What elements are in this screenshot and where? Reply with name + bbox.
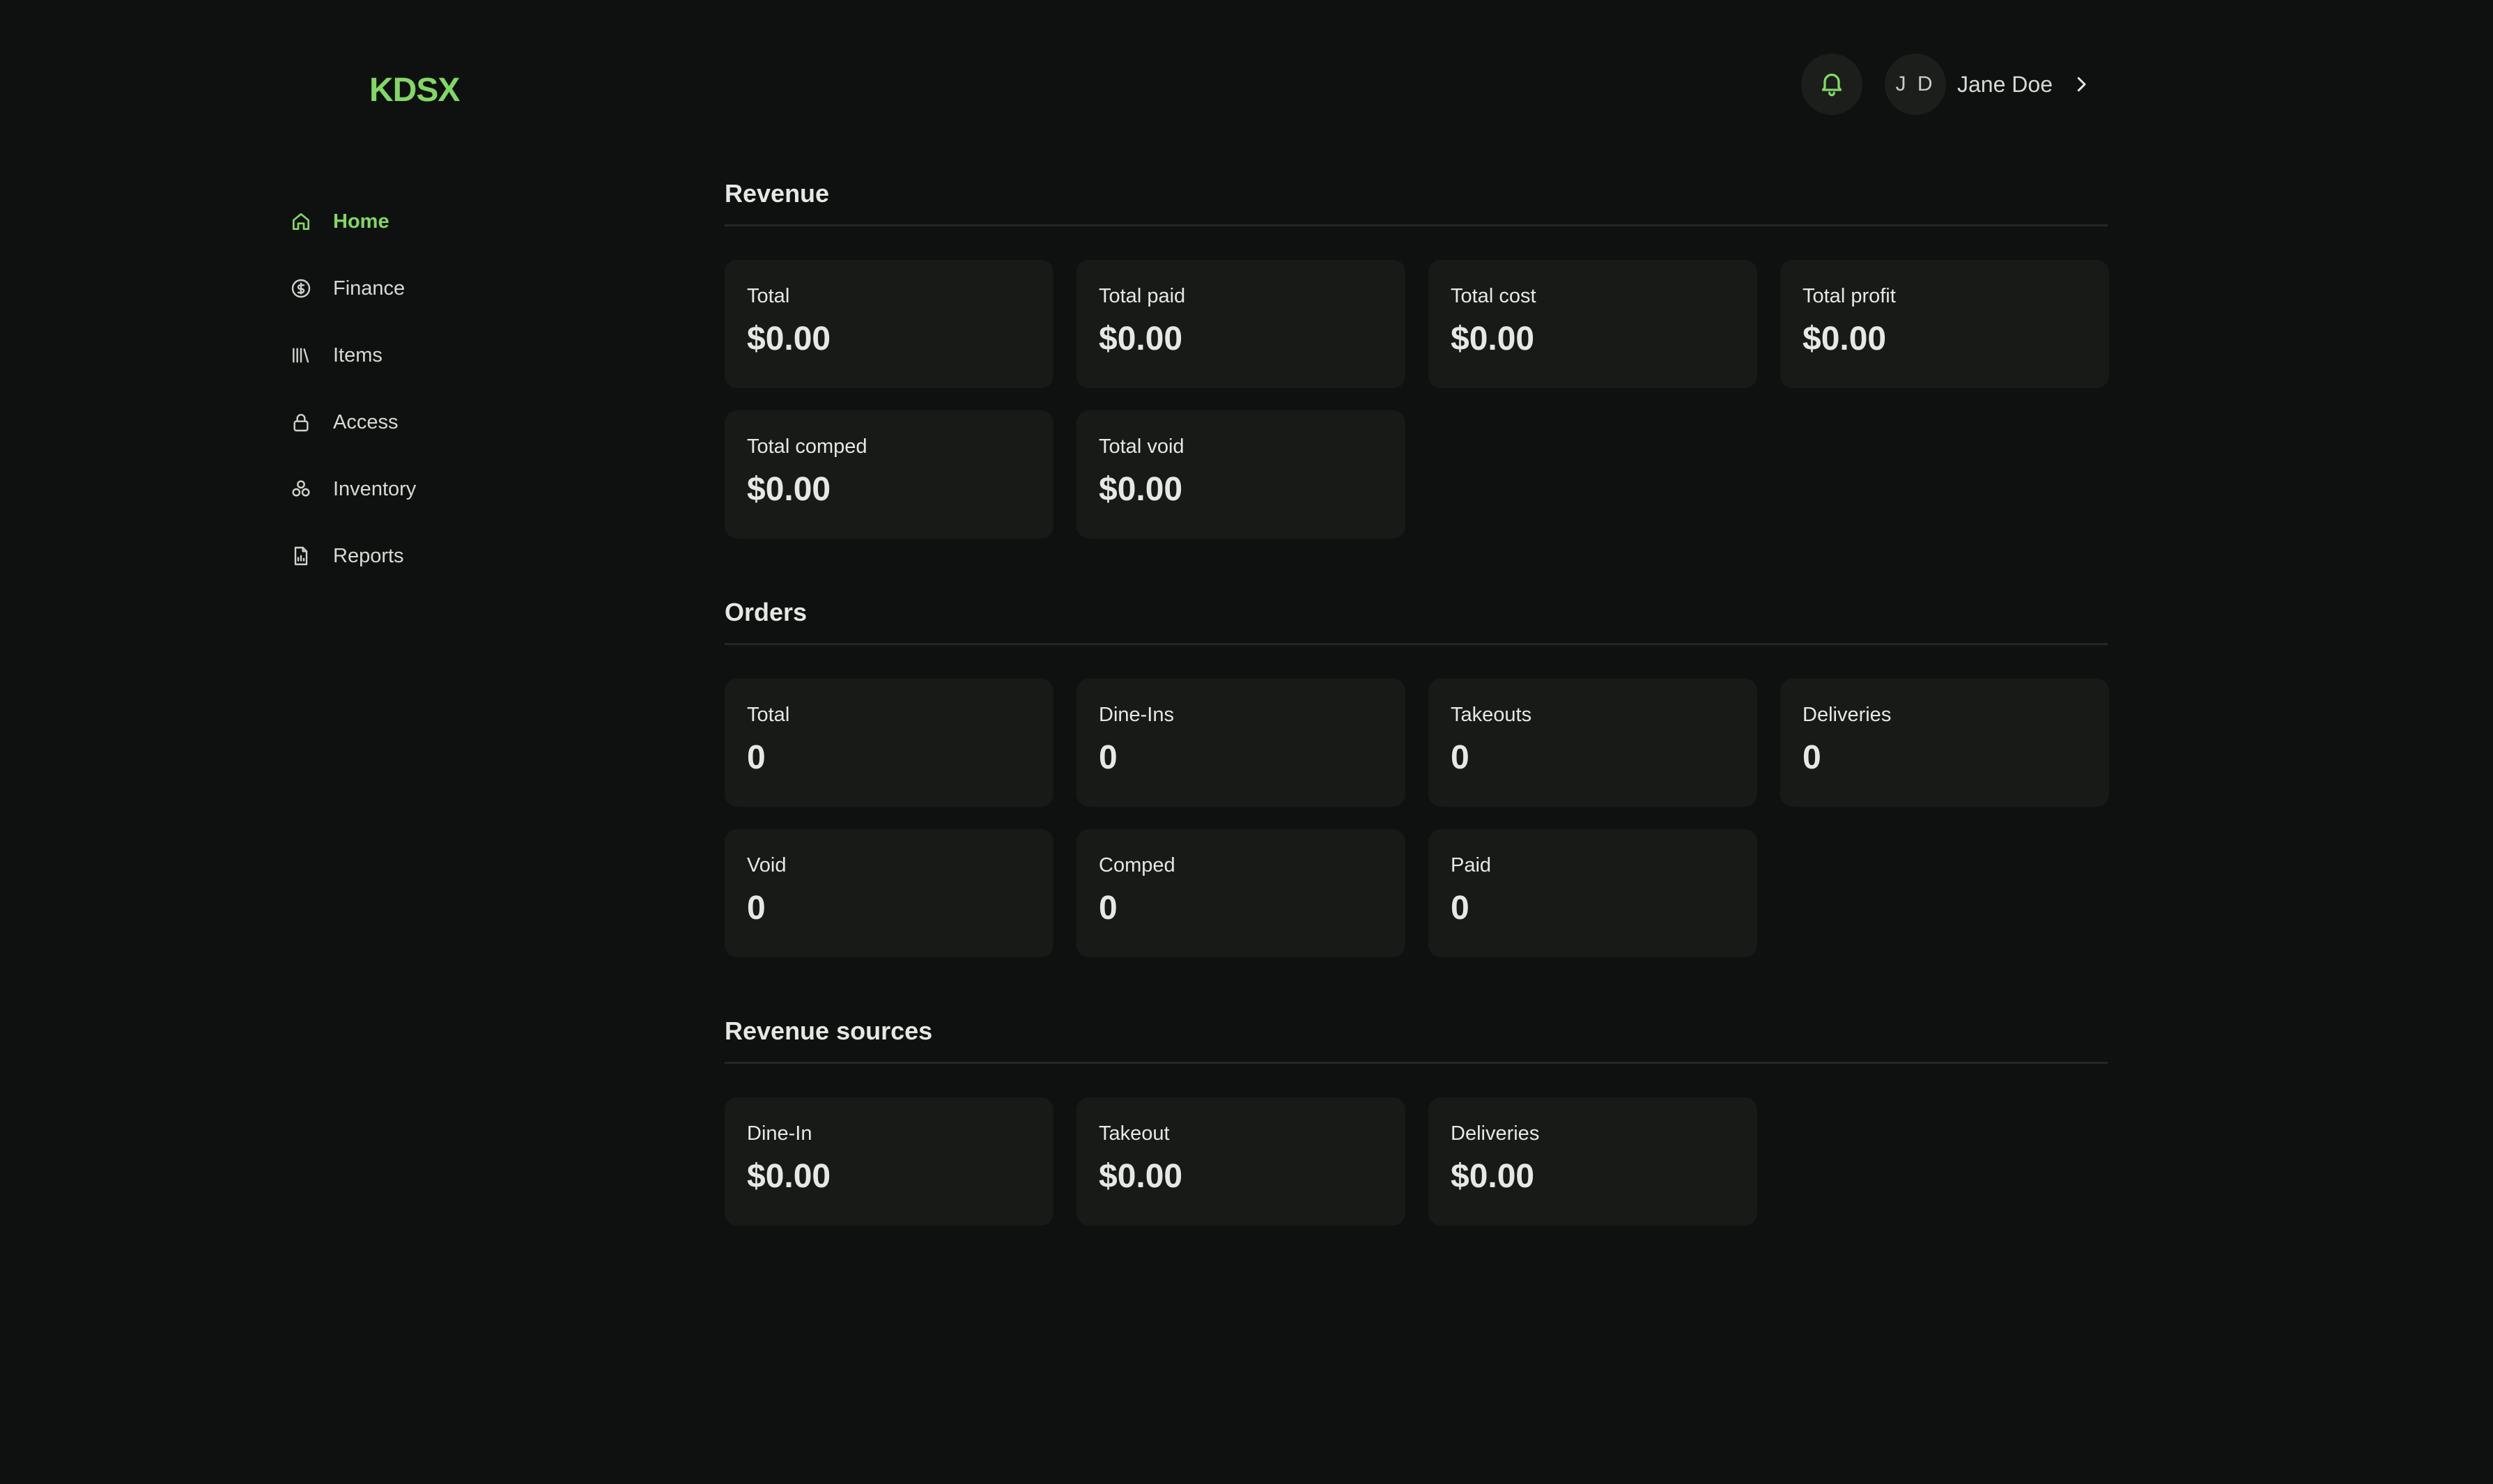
app-logo[interactable]: KDSX bbox=[369, 71, 460, 109]
stat-card: Comped 0 bbox=[1076, 829, 1405, 957]
stat-label: Total bbox=[747, 285, 790, 307]
stat-value: 0 bbox=[1099, 739, 1118, 776]
sidebar-item-label: Access bbox=[333, 410, 399, 433]
stat-value: $0.00 bbox=[747, 1158, 831, 1195]
sidebar-item-home[interactable]: Home bbox=[287, 188, 580, 255]
library-icon bbox=[287, 341, 315, 369]
stat-label: Void bbox=[747, 854, 787, 876]
stat-card: Total $0.00 bbox=[725, 260, 1053, 388]
stat-card: Dine-In $0.00 bbox=[725, 1097, 1053, 1226]
stat-card: Paid 0 bbox=[1428, 829, 1757, 957]
stat-card: Dine-Ins 0 bbox=[1076, 679, 1405, 807]
home-icon bbox=[287, 208, 315, 235]
sidebar-item-reports[interactable]: Reports bbox=[287, 523, 580, 589]
report-file-icon bbox=[287, 542, 315, 570]
sidebar-item-inventory[interactable]: Inventory bbox=[287, 456, 580, 523]
stat-label: Dine-Ins bbox=[1099, 704, 1174, 726]
stat-label: Paid bbox=[1451, 854, 1492, 876]
stat-value: $0.00 bbox=[747, 471, 831, 508]
boxes-icon bbox=[287, 475, 315, 503]
stat-value: 0 bbox=[1451, 890, 1469, 927]
stat-card: Void 0 bbox=[725, 829, 1053, 957]
stat-card: Total cost $0.00 bbox=[1428, 260, 1757, 388]
stat-value: 0 bbox=[1099, 890, 1118, 927]
stat-card: Total profit $0.00 bbox=[1780, 260, 2109, 388]
bell-icon bbox=[1818, 69, 1846, 100]
stat-label: Comped bbox=[1099, 854, 1175, 876]
sidebar-item-label: Home bbox=[333, 210, 389, 233]
section-title-revenue: Revenue bbox=[725, 173, 2108, 226]
stat-card: Takeouts 0 bbox=[1428, 679, 1757, 807]
sidebar-item-label: Inventory bbox=[333, 477, 417, 500]
stat-label: Dine-In bbox=[747, 1122, 812, 1145]
stat-value: 0 bbox=[747, 890, 766, 927]
chevron-right-icon bbox=[2071, 74, 2092, 95]
stat-label: Total profit bbox=[1803, 285, 1896, 307]
notifications-button[interactable] bbox=[1801, 54, 1862, 115]
sidebar-item-access[interactable]: Access bbox=[287, 389, 580, 456]
sidebar-item-label: Finance bbox=[333, 277, 406, 300]
stat-value: 0 bbox=[1451, 739, 1469, 776]
stat-value: $0.00 bbox=[1099, 1158, 1183, 1195]
stat-label: Total comped bbox=[747, 435, 867, 458]
stat-label: Takeouts bbox=[1451, 704, 1532, 726]
stat-label: Deliveries bbox=[1451, 1122, 1540, 1145]
section-title-revenue-sources: Revenue sources bbox=[725, 1010, 2108, 1064]
stat-label: Total paid bbox=[1099, 285, 1186, 307]
stat-value: $0.00 bbox=[1099, 320, 1183, 357]
lock-icon bbox=[287, 408, 315, 436]
stat-card: Deliveries 0 bbox=[1780, 679, 2109, 807]
stat-label: Takeout bbox=[1099, 1122, 1170, 1145]
stat-value: $0.00 bbox=[1803, 320, 1887, 357]
revenue-sources-cards: Dine-In $0.00 Takeout $0.00 Deliveries $… bbox=[725, 1097, 2108, 1226]
sidebar-item-label: Reports bbox=[333, 544, 404, 567]
stat-label: Total void bbox=[1099, 435, 1184, 458]
dollar-circle-icon bbox=[287, 275, 315, 302]
sidebar-item-finance[interactable]: Finance bbox=[287, 255, 580, 322]
sidebar-item-label: Items bbox=[333, 343, 383, 366]
stat-value: 0 bbox=[1803, 739, 1821, 776]
stat-value: $0.00 bbox=[1451, 320, 1535, 357]
sidebar-nav: Home Finance Items Access Inventory Repo… bbox=[287, 188, 580, 589]
stat-value: $0.00 bbox=[1451, 1158, 1535, 1195]
stat-label: Deliveries bbox=[1803, 704, 1892, 726]
main-content: Revenue Total $0.00 Total paid $0.00 Tot… bbox=[725, 173, 2109, 1280]
stat-card: Total void $0.00 bbox=[1076, 410, 1405, 539]
stat-label: Total bbox=[747, 704, 790, 726]
stat-card: Total 0 bbox=[725, 679, 1053, 807]
dashboard-page: KDSX Home Finance Items Access Inventory… bbox=[0, 0, 2493, 1484]
stat-value: 0 bbox=[747, 739, 766, 776]
section-title-orders: Orders bbox=[725, 592, 2108, 645]
orders-cards: Total 0 Dine-Ins 0 Takeouts 0 Deliveries… bbox=[725, 679, 2109, 957]
stat-value: $0.00 bbox=[747, 320, 831, 357]
stat-card: Deliveries $0.00 bbox=[1428, 1097, 1757, 1226]
stat-value: $0.00 bbox=[1099, 471, 1183, 508]
revenue-cards: Total $0.00 Total paid $0.00 Total cost … bbox=[725, 260, 2109, 539]
stat-card: Takeout $0.00 bbox=[1076, 1097, 1405, 1226]
sidebar-item-items[interactable]: Items bbox=[287, 322, 580, 389]
avatar: J D bbox=[1885, 54, 1946, 115]
user-menu-button[interactable]: J D Jane Doe bbox=[1885, 54, 2092, 115]
stat-card: Total comped $0.00 bbox=[725, 410, 1053, 539]
stat-label: Total cost bbox=[1451, 285, 1536, 307]
stat-card: Total paid $0.00 bbox=[1076, 260, 1405, 388]
user-name: Jane Doe bbox=[1957, 71, 2053, 97]
